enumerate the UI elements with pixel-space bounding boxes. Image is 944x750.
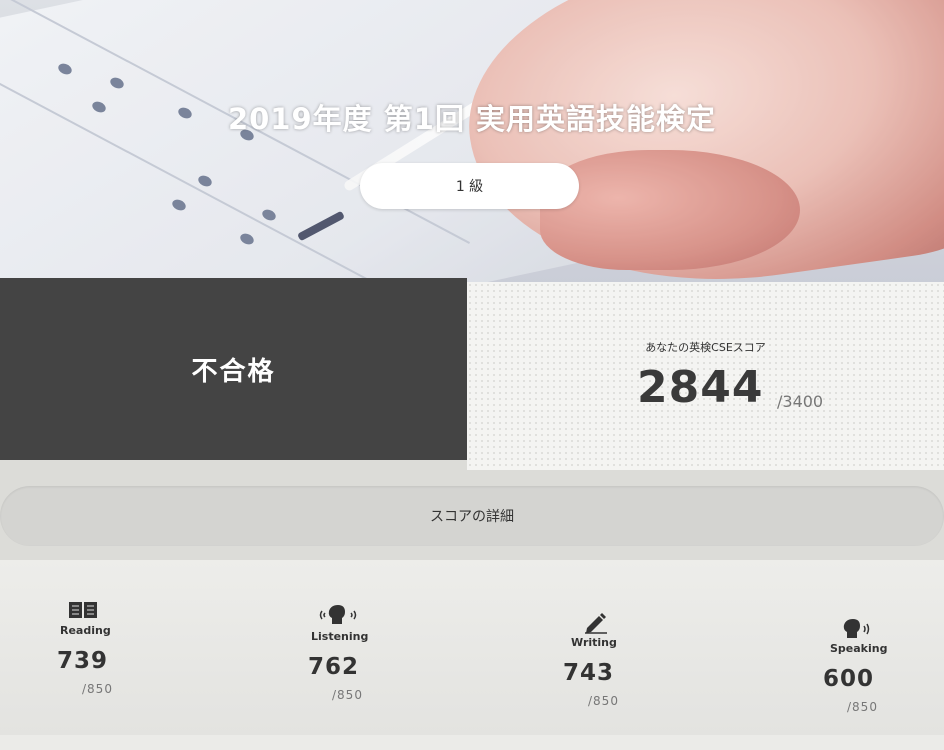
skill-label: Reading — [60, 624, 111, 637]
pencil-icon — [583, 612, 609, 638]
skill-cell-listening: Listening 762 /850 — [212, 560, 466, 735]
skill-max: /850 — [332, 688, 363, 702]
listening-head-icon — [318, 604, 358, 630]
skill-label: Writing — [571, 636, 617, 649]
hero-overlay — [0, 0, 944, 285]
result-status: 不合格 — [191, 356, 276, 387]
cse-score-box: あなたの英検CSEスコア 2844 /3400 — [467, 282, 944, 470]
skill-scores: Reading 739 /850 Listening 762 /850 Writ… — [0, 560, 944, 750]
hero-banner: 2019年度 第1回 実用英語技能検定 1 級 — [0, 0, 944, 285]
skill-max: /850 — [82, 682, 113, 696]
skill-score: 762 — [308, 654, 360, 680]
skill-cell-writing: Writing 743 /850 — [465, 560, 728, 735]
score-detail-button[interactable]: スコアの詳細 — [0, 486, 944, 546]
cse-score-label: あなたの英検CSEスコア — [645, 341, 766, 354]
grade-pill[interactable]: 1 級 — [360, 163, 579, 209]
skill-label: Speaking — [830, 642, 888, 655]
speaking-head-icon — [843, 618, 873, 644]
skill-max: /850 — [588, 694, 619, 708]
cse-score-value: 2844 — [637, 362, 764, 413]
skill-max: /850 — [847, 700, 878, 714]
skill-score: 743 — [563, 660, 615, 686]
skill-score: 600 — [823, 666, 875, 692]
skill-cell-speaking: Speaking 600 /850 — [727, 560, 944, 735]
result-status-box: 不合格 — [0, 278, 467, 460]
skill-cell-reading: Reading 739 /850 — [0, 560, 213, 735]
exam-title: 2019年度 第1回 実用英語技能検定 — [227, 102, 717, 136]
skill-score: 739 — [57, 648, 109, 674]
book-icon — [68, 600, 98, 624]
cse-score-max: /3400 — [777, 392, 824, 411]
skill-label: Listening — [311, 630, 369, 643]
